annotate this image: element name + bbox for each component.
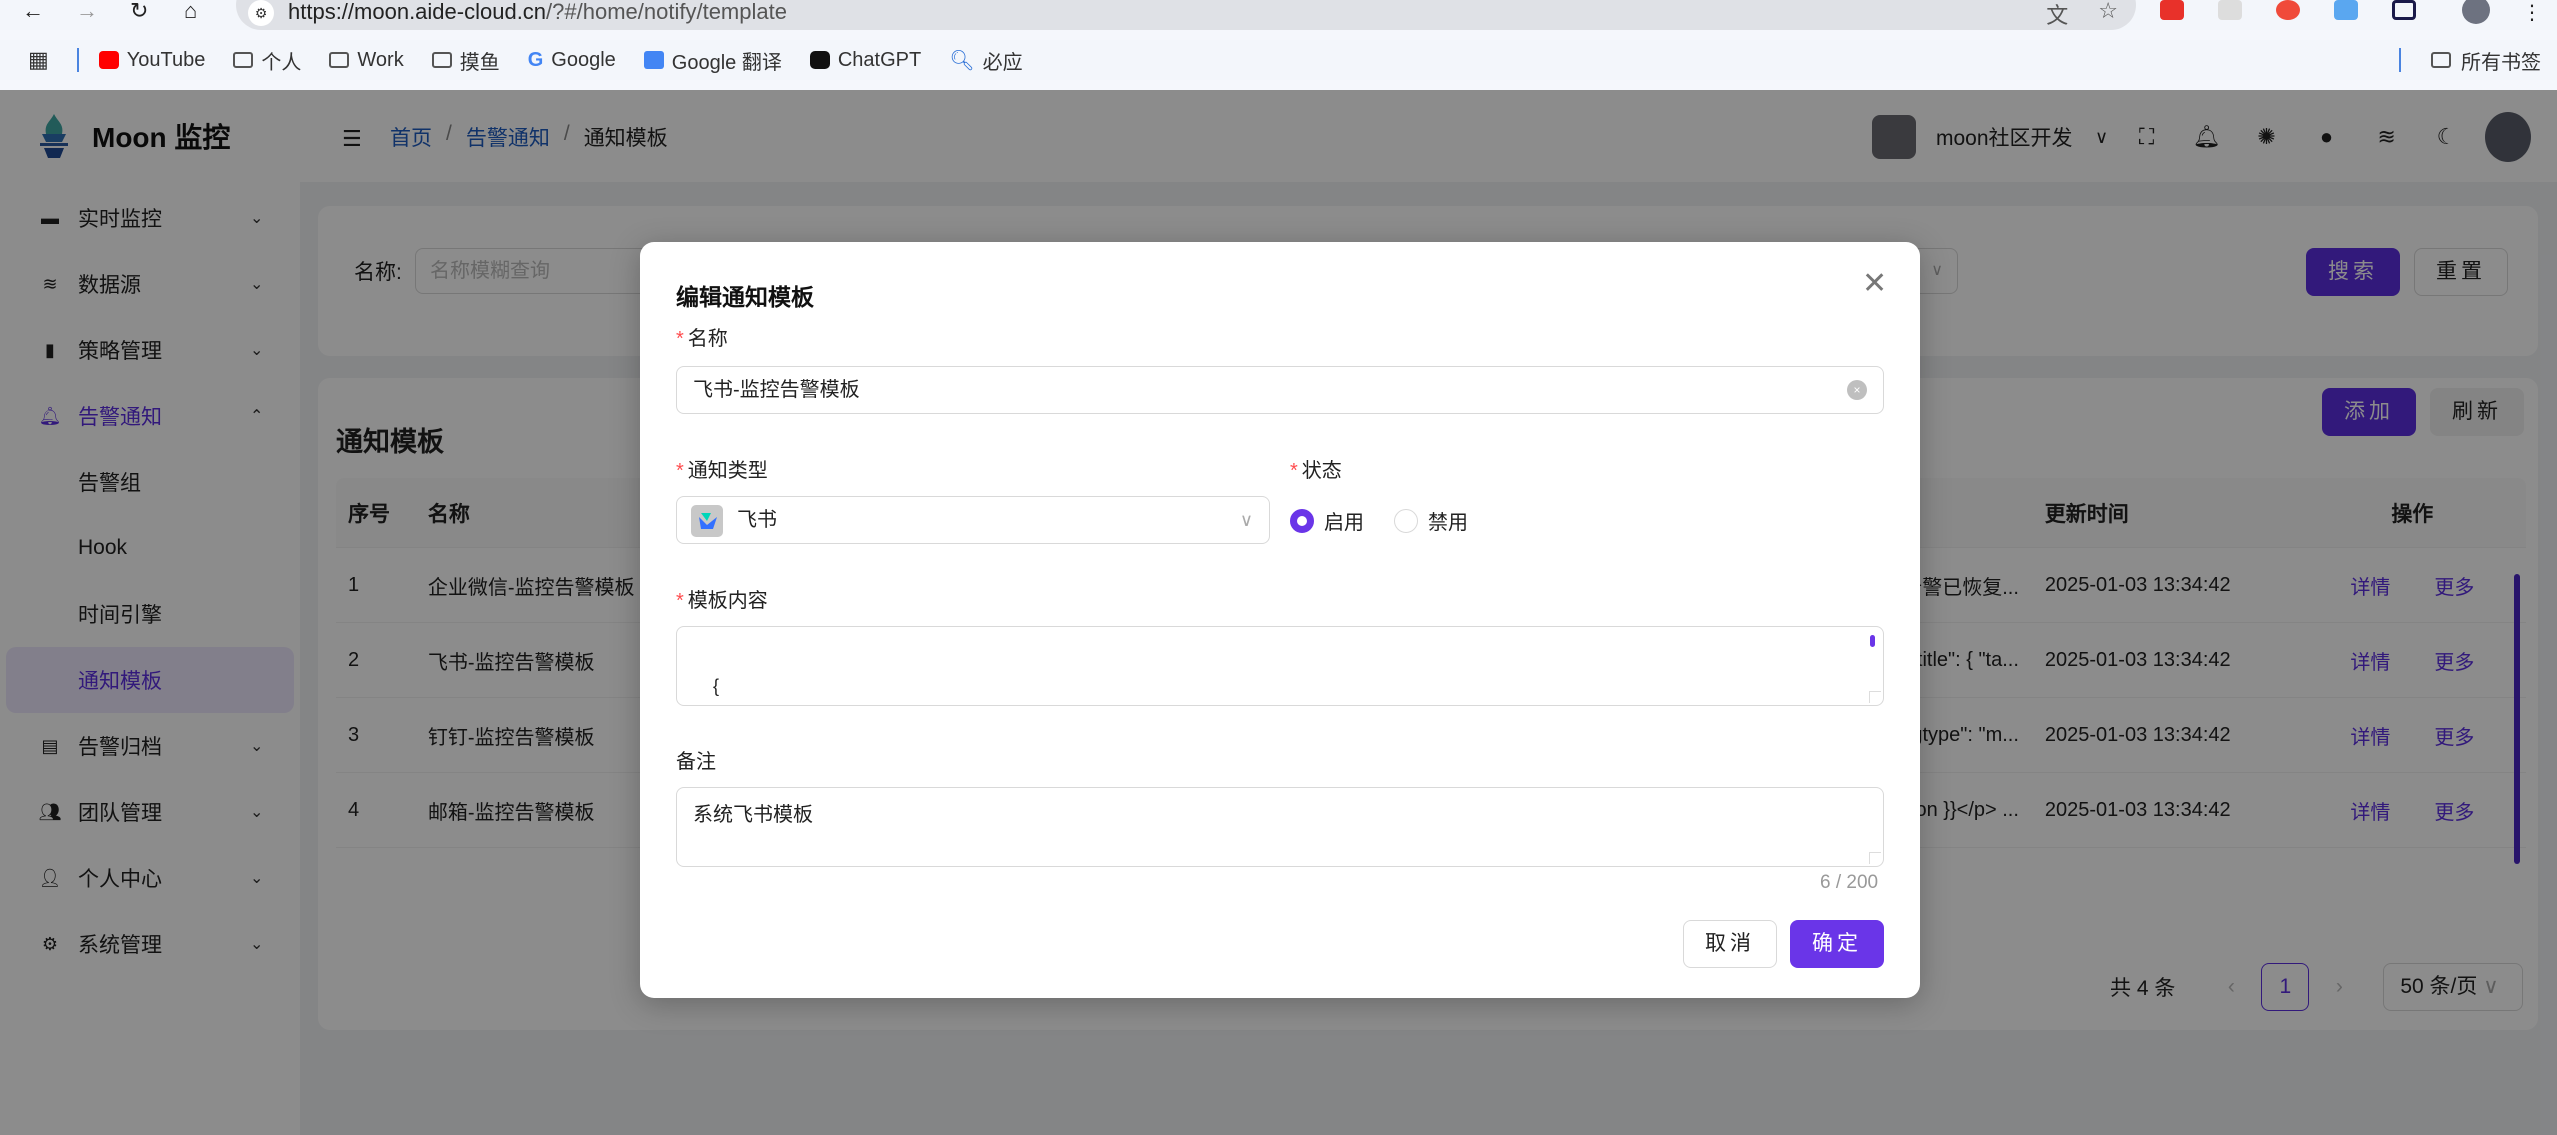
- bookmark-label: ChatGPT: [837, 48, 922, 71]
- puzzle-extensions-icon[interactable]: [2392, 0, 2416, 20]
- folder-icon: [2431, 52, 2451, 68]
- address-bar[interactable]: ⚙ https://moon.aide-cloud.cn/?#/home/not…: [236, 0, 2136, 30]
- feishu-icon: [691, 505, 723, 537]
- content-field-label: * 模板内容: [676, 584, 768, 613]
- name-field-value: 飞书-监控告警模板: [693, 379, 860, 401]
- chevron-down-icon: ∨: [1239, 510, 1253, 530]
- status-option-label[interactable]: 启用: [1324, 506, 1364, 535]
- reload-icon[interactable]: ↻: [130, 0, 148, 22]
- bookmark-label: 摸鱼: [459, 51, 500, 74]
- required-mark: *: [676, 328, 684, 350]
- translate-icon[interactable]: 文: [2046, 0, 2068, 30]
- type-field-label: * 通知类型: [676, 454, 768, 483]
- resize-handle-icon[interactable]: [1869, 691, 1881, 703]
- bookmark-label: Work: [357, 48, 404, 71]
- bookmarks-bar: ▦ YouTube 个人 Work 摸鱼 G Google Google 翻译 C…: [0, 40, 2557, 80]
- bing-search-icon: 🔍︎: [949, 49, 975, 72]
- notify-type-value: 飞书: [737, 509, 777, 531]
- youtube-icon: [98, 51, 119, 69]
- bookmark-bing[interactable]: 🔍︎ 必应: [949, 46, 1022, 75]
- bookmark-folder-moyu[interactable]: 摸鱼: [431, 46, 500, 75]
- status-radio-enabled[interactable]: [1290, 508, 1314, 533]
- url-host: https://moon.aide-cloud.cn: [288, 0, 547, 24]
- name-field[interactable]: 飞书-监控告警模板 ×: [676, 366, 1884, 414]
- required-mark: *: [676, 460, 684, 482]
- bookmark-folder-personal[interactable]: 个人: [233, 46, 301, 75]
- back-icon[interactable]: ←: [22, 0, 44, 22]
- close-icon[interactable]: ✕: [1862, 266, 1887, 301]
- required-mark: *: [676, 590, 684, 612]
- required-mark: *: [1290, 460, 1298, 482]
- status-radio-group: 启用 禁用: [1290, 506, 1488, 535]
- template-content-textarea[interactable]: { "msg_type": "interactive",: [676, 626, 1884, 706]
- bookmark-star-icon[interactable]: ☆: [2098, 0, 2118, 30]
- label-text: 状态: [1301, 460, 1342, 482]
- qr-extension-icon[interactable]: [2218, 0, 2242, 20]
- bookmark-label: 个人: [261, 51, 302, 74]
- confirm-button[interactable]: 确定: [1790, 920, 1884, 968]
- name-field-label: * 名称: [676, 322, 728, 351]
- browser-profile-avatar[interactable]: [2462, 0, 2490, 24]
- bookmark-label: YouTube: [126, 48, 206, 71]
- folder-icon: [431, 52, 452, 68]
- status-option-label[interactable]: 禁用: [1428, 506, 1468, 535]
- divider: [2399, 48, 2401, 72]
- infinity-extension-icon[interactable]: [2276, 0, 2300, 20]
- remark-field-label: 备注: [676, 751, 716, 773]
- cloud-extension-icon[interactable]: [2334, 0, 2358, 20]
- textarea-scrollbar[interactable]: [1870, 635, 1875, 647]
- apps-grid-icon[interactable]: ▦: [28, 47, 49, 73]
- remark-value: 系统飞书模板: [693, 804, 813, 826]
- divider: [76, 48, 79, 72]
- all-bookmarks[interactable]: 所有书签: [2399, 46, 2541, 75]
- status-field-label: * 状态: [1290, 454, 1342, 483]
- label-text: 模板内容: [687, 590, 768, 612]
- bookmark-google-translate[interactable]: Google 翻译: [643, 46, 782, 75]
- browser-toolbar: ← → ↻ ⌂ ⚙ https://moon.aide-cloud.cn/?#/…: [0, 0, 2557, 30]
- extension-icon[interactable]: [2160, 0, 2184, 20]
- site-info-icon[interactable]: ⚙: [248, 0, 274, 26]
- label-text: 名称: [687, 328, 728, 350]
- all-bookmarks-label: 所有书签: [2461, 51, 2541, 74]
- bookmark-label: Google 翻译: [671, 51, 782, 74]
- home-icon[interactable]: ⌂: [184, 0, 197, 22]
- status-radio-disabled[interactable]: [1394, 508, 1418, 533]
- bookmark-chatgpt[interactable]: ChatGPT: [809, 48, 922, 72]
- bookmark-youtube[interactable]: YouTube: [98, 48, 206, 72]
- remark-textarea[interactable]: 系统飞书模板: [676, 787, 1884, 867]
- resize-handle-icon[interactable]: [1869, 852, 1881, 864]
- bookmark-label: Google: [551, 48, 616, 71]
- remark-char-counter: 6 / 200: [1820, 872, 1879, 893]
- edit-template-modal: 编辑通知模板 ✕ * 名称 飞书-监控告警模板 × * 通知类型 飞书 ∨ * 状态 …: [640, 242, 1920, 998]
- chatgpt-icon: [809, 51, 830, 69]
- browser-menu-icon[interactable]: ⋮: [2522, 0, 2542, 25]
- cancel-button[interactable]: 取消: [1683, 920, 1777, 968]
- url-path: /?#/home/notify/template: [546, 0, 787, 24]
- label-text: 通知类型: [687, 460, 768, 482]
- bookmark-google[interactable]: G Google: [528, 49, 616, 72]
- google-translate-icon: [643, 51, 664, 69]
- bookmark-label: 必应: [982, 51, 1023, 74]
- forward-icon[interactable]: →: [76, 0, 98, 22]
- folder-icon: [329, 52, 350, 68]
- folder-icon: [233, 52, 254, 68]
- template-content-value: { "msg_type": "interactive",: [713, 676, 720, 696]
- bookmark-folder-work[interactable]: Work: [329, 48, 404, 72]
- modal-title: 编辑通知模板: [676, 284, 814, 310]
- notify-type-select[interactable]: 飞书 ∨: [676, 496, 1270, 544]
- clear-input-icon[interactable]: ×: [1847, 380, 1867, 400]
- google-icon: G: [527, 48, 544, 71]
